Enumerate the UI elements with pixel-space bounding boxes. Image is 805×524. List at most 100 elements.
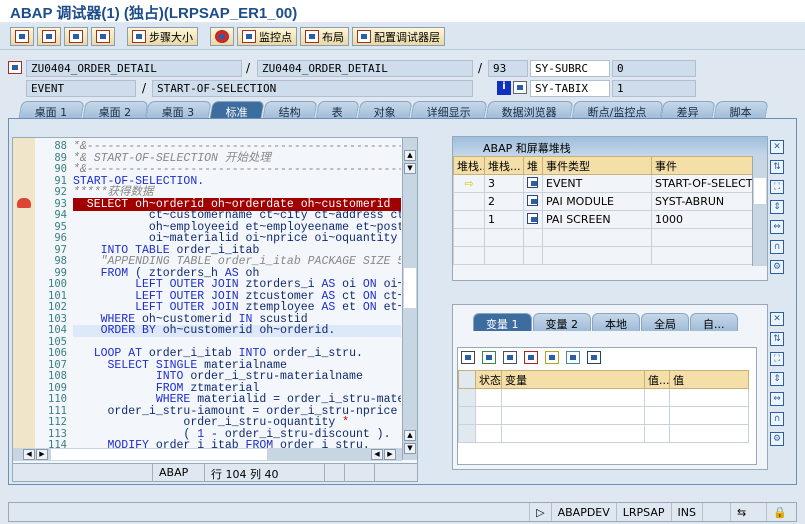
column-header[interactable]: 堆 [523,156,543,175]
column-header[interactable]: 状态 [475,370,502,389]
line-field[interactable]: 93 [488,60,528,77]
column-header[interactable]: 堆栈... [453,156,485,175]
variable-tab-3[interactable]: 全局 [641,313,689,331]
tab-5[interactable]: 表 [314,101,360,119]
tab-9[interactable]: 断点/监控点 [570,101,663,119]
tab-10[interactable]: 差异 [660,101,716,119]
close-icon[interactable]: ✕ [770,312,784,326]
tab-6[interactable]: 对象 [356,101,413,119]
scroll-up-icon[interactable]: ▲ [404,430,416,441]
expand-vertical-icon[interactable]: ⇕ [770,372,784,386]
column-header[interactable]: 事件类型 [542,156,652,175]
expand-horizontal-icon[interactable]: ⇔ [770,392,784,406]
single-step-button[interactable] [10,27,34,46]
display-icon[interactable] [513,81,527,94]
scroll-down-icon[interactable]: ▼ [404,443,416,454]
stack-row[interactable]: 1 PAI SCREEN 1000 [453,210,754,229]
scroll-left-icon[interactable]: ◀ [23,449,35,460]
maximize-icon[interactable]: ⛶ [770,352,784,366]
stack-row[interactable]: 2 PAI MODULE SYST-ABRUN [453,192,754,211]
scroll-right-icon[interactable]: ▶ [384,449,396,460]
remove-icon[interactable] [524,351,538,364]
screen-icon [527,212,538,224]
close-icon[interactable]: ✕ [770,140,784,154]
delete-icon[interactable] [461,351,475,364]
variable-tab-0[interactable]: 变量 1 [473,313,532,331]
sy-subrc-name[interactable]: SY-SUBRC [530,60,610,77]
stack-row[interactable]: ⇨3 EVENTSTART-OF-SELECTIO [453,174,754,193]
scroll-thumb[interactable] [404,268,416,308]
layout-button[interactable]: 布局 [300,27,349,46]
tab-8[interactable]: 数据浏览器 [484,101,574,119]
breakpoint-gutter[interactable] [13,138,35,460]
include-field[interactable]: ZU0404_ORDER_DETAIL [257,60,473,77]
return-button[interactable] [64,27,88,46]
info-icon[interactable]: i [497,81,511,95]
scroll-right-icon[interactable]: ▶ [36,449,48,460]
step-size-button[interactable]: 步骤大小 [127,27,198,46]
scroll-thumb[interactable] [754,178,766,204]
tab-0[interactable]: 桌面 1 [18,101,85,119]
headphones-icon[interactable]: ∩ [770,412,784,426]
filter-icon[interactable] [587,351,601,364]
execute-button[interactable] [37,27,61,46]
layout-icon [305,30,319,43]
swap-icon[interactable]: ⇅ [770,332,784,346]
transfer-icon[interactable] [566,351,580,364]
hscroll-thumb[interactable] [51,449,267,460]
configure-layers-label: 配置调试器层 [374,30,440,44]
horizontal-scrollbar[interactable]: ◀ ▶ ◀ ▶ [13,448,402,461]
configure-layers-button[interactable]: 配置调试器层 [352,27,445,46]
maximize-icon[interactable]: ⛶ [770,180,784,194]
document-icon [242,30,256,43]
scroll-left-icon[interactable]: ◀ [371,449,383,460]
event-type-field[interactable]: EVENT [26,80,136,97]
stop-button[interactable] [210,27,234,46]
lock-icon[interactable]: 🔒 [766,503,796,521]
tab-11[interactable]: 脚本 [713,101,769,119]
hierarchy-icon[interactable] [545,351,559,364]
column-header[interactable]: 值 [669,370,749,389]
scroll-up-icon[interactable]: ▲ [404,150,416,161]
headphones-icon[interactable]: ∩ [770,240,784,254]
column-header[interactable]: 堆栈... [484,156,524,175]
tab-2[interactable]: 桌面 3 [145,101,212,119]
variable-tab-1[interactable]: 变量 2 [532,313,591,331]
variable-tab-4[interactable]: 自... [690,313,738,331]
import-icon[interactable] [482,351,496,364]
language: ABAP [153,464,205,482]
column-header[interactable]: 事件 [651,156,754,175]
status-expand-icon[interactable]: ▷ [529,503,550,521]
stack-scrollbar[interactable] [752,156,767,266]
variable-cell[interactable] [501,406,645,425]
tab-1[interactable]: 桌面 2 [81,101,148,119]
tab-3[interactable]: 标准 [208,101,265,119]
program-field[interactable]: ZU0404_ORDER_DETAIL [26,60,242,77]
sy-tabix-value[interactable]: 1 [612,80,696,97]
variable-cell[interactable] [501,388,645,407]
scroll-down-icon[interactable]: ▼ [404,163,416,174]
watchpoint-button[interactable]: 监控点 [237,27,297,46]
variables-toolbar [458,348,756,370]
expand-horizontal-icon[interactable]: ⇔ [770,220,784,234]
variable-tab-2[interactable]: 本地 [592,313,640,331]
expand-vertical-icon[interactable]: ⇕ [770,200,784,214]
tab-4[interactable]: 结构 [261,101,318,119]
code-area[interactable]: *&--------------------------------------… [73,141,401,459]
continue-button[interactable] [91,27,115,46]
tools-icon[interactable]: ⚙ [770,432,784,446]
event-field[interactable]: START-OF-SELECTION [152,80,473,97]
code-line[interactable]: ORDER BY oh~customerid oh~orderid. [73,325,401,337]
code-line[interactable]: *****获得数据 [73,187,401,199]
swap-icon[interactable]: ⇅ [770,160,784,174]
separator: / [246,61,251,75]
sy-tabix-name[interactable]: SY-TABIX [530,80,610,97]
column-header[interactable]: 值... [644,370,670,389]
tools-icon[interactable]: ⚙ [770,260,784,274]
export-icon[interactable] [503,351,517,364]
column-header[interactable]: 变量 [501,370,645,389]
sy-subrc-value[interactable]: 0 [612,60,696,77]
tab-7[interactable]: 详细显示 [409,101,488,119]
variable-cell[interactable] [501,424,645,443]
vertical-scrollbar[interactable]: ▲ ▼ ▲ ▼ [402,138,417,460]
